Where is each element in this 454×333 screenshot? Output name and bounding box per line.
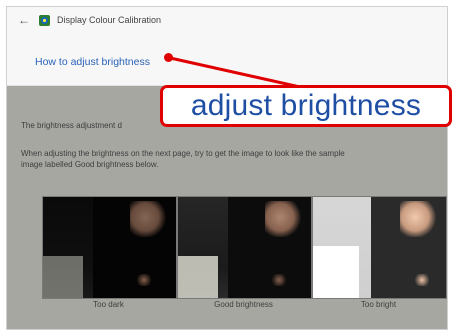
back-button[interactable]: ←	[13, 9, 35, 31]
shirt-sleeve	[313, 246, 359, 298]
caption-too-bright: Too bright	[360, 300, 397, 309]
instructions-paragraph: When adjusting the brightness on the nex…	[21, 148, 421, 170]
sample-image-good-brightness	[177, 196, 312, 299]
hand	[270, 274, 288, 286]
caption-too-dark: Too dark	[93, 300, 124, 309]
display-calibration-icon	[39, 14, 50, 26]
caption-good-brightness: Good brightness	[214, 300, 273, 309]
shirt-sleeve	[43, 256, 83, 298]
zoom-callout: adjust brightness	[160, 85, 452, 127]
window-title: Display Colour Calibration	[57, 15, 162, 25]
face	[400, 201, 438, 237]
sample-image-too-bright	[312, 196, 447, 299]
face	[265, 201, 303, 237]
instructions-line-2: image labelled Good brightness below.	[21, 160, 159, 169]
title-bar: ← Display Colour Calibration	[7, 7, 447, 33]
sample-image-too-dark	[42, 196, 177, 299]
how-to-adjust-brightness-link[interactable]: How to adjust brightness	[35, 56, 150, 68]
shirt-sleeve	[178, 256, 218, 298]
display-calibration-window: ← Display Colour Calibration How to adju…	[6, 6, 448, 330]
page-header: How to adjust brightness	[7, 33, 447, 86]
hand	[413, 274, 431, 286]
hand	[135, 274, 153, 286]
arrow-left-icon: ←	[18, 13, 30, 27]
callout-text: adjust brightness	[190, 89, 422, 122]
face	[130, 201, 168, 237]
instructions-line-1: When adjusting the brightness on the nex…	[21, 149, 345, 158]
callout-pointer-dot	[164, 53, 173, 62]
